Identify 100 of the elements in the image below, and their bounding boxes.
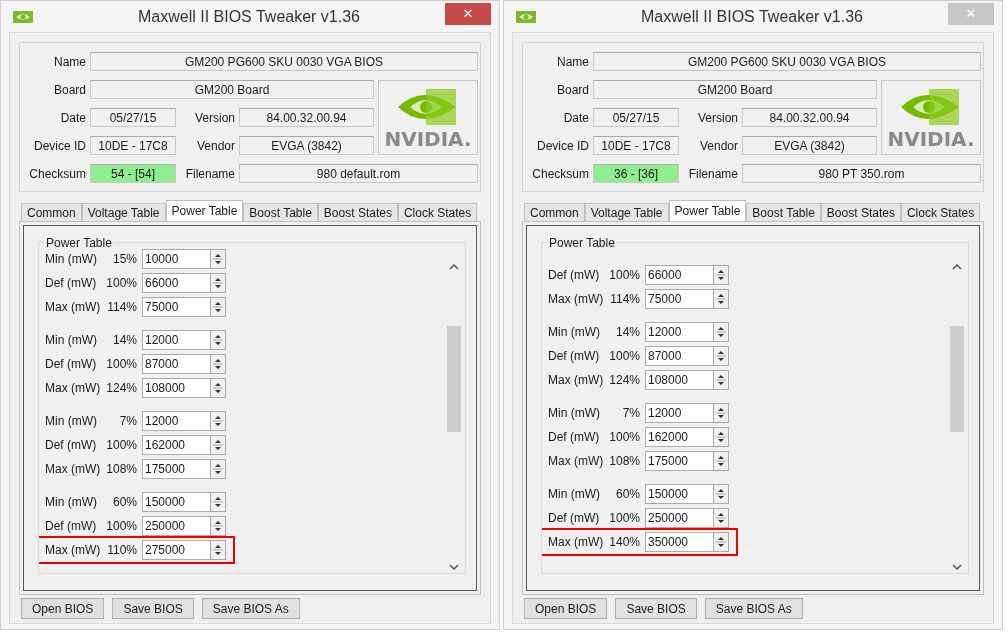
spin-button[interactable] bbox=[210, 516, 226, 536]
percent-value: 114% bbox=[106, 300, 137, 314]
percent-value: 7% bbox=[621, 406, 640, 420]
info-field[interactable]: 980 default.rom bbox=[239, 164, 478, 183]
field-label: Date bbox=[562, 110, 589, 125]
field-label: Device ID bbox=[33, 138, 86, 153]
info-field[interactable]: 10DE - 17C8 bbox=[90, 136, 176, 155]
info-field[interactable]: 05/27/15 bbox=[593, 108, 679, 127]
info-field[interactable]: GM200 PG600 SKU 0030 VGA BIOS bbox=[90, 52, 478, 71]
info-field[interactable]: 05/27/15 bbox=[90, 108, 176, 127]
number-input[interactable]: 87000 bbox=[142, 354, 210, 374]
tab[interactable]: Common bbox=[21, 203, 82, 221]
tab[interactable]: Power Table bbox=[668, 200, 747, 221]
field-label: Vendor bbox=[698, 138, 738, 153]
number-input[interactable]: 350000 bbox=[645, 532, 713, 552]
spin-button[interactable] bbox=[713, 289, 729, 309]
info-field[interactable]: GM200 Board bbox=[90, 80, 374, 99]
number-input[interactable]: 250000 bbox=[142, 516, 210, 536]
spin-button[interactable] bbox=[210, 354, 226, 374]
spin-button[interactable] bbox=[210, 492, 226, 512]
number-input[interactable]: 12000 bbox=[645, 403, 713, 423]
tab[interactable]: Power Table bbox=[165, 200, 244, 221]
info-field[interactable]: 84.00.32.00.94 bbox=[239, 108, 374, 127]
tab[interactable]: Boost Table bbox=[243, 203, 318, 221]
action-button[interactable]: Save BIOS As bbox=[201, 598, 300, 619]
spin-button[interactable] bbox=[713, 322, 729, 342]
number-input[interactable]: 162000 bbox=[645, 427, 713, 447]
spin-button[interactable] bbox=[713, 508, 729, 528]
spin-button[interactable] bbox=[210, 330, 226, 350]
spin-button[interactable] bbox=[210, 540, 226, 560]
spin-button[interactable] bbox=[713, 370, 729, 390]
tab[interactable]: Boost States bbox=[317, 203, 398, 221]
number-input[interactable]: 175000 bbox=[645, 451, 713, 471]
tab[interactable]: Common bbox=[524, 203, 585, 221]
percent-value: 140% bbox=[608, 535, 640, 549]
number-input[interactable]: 66000 bbox=[142, 273, 210, 293]
spin-button[interactable] bbox=[210, 459, 226, 479]
spin-button[interactable] bbox=[210, 411, 226, 431]
number-input[interactable]: 12000 bbox=[142, 411, 210, 431]
chevron-down-icon[interactable] bbox=[449, 564, 459, 570]
spin-button[interactable] bbox=[713, 484, 729, 504]
percent-value: 15% bbox=[111, 252, 137, 266]
number-input[interactable]: 108000 bbox=[645, 370, 713, 390]
field-label: Checksum bbox=[531, 166, 589, 181]
spin-button[interactable] bbox=[210, 249, 226, 269]
tab[interactable]: Clock States bbox=[397, 203, 478, 221]
checksum-field[interactable]: 54 - [54] bbox=[90, 164, 176, 183]
info-field[interactable]: EVGA (3842) bbox=[742, 136, 877, 155]
spin-button[interactable] bbox=[210, 297, 226, 317]
action-button[interactable]: Open BIOS bbox=[21, 598, 105, 619]
spin-button[interactable] bbox=[210, 378, 226, 398]
number-input[interactable]: 175000 bbox=[142, 459, 210, 479]
spin-button[interactable] bbox=[713, 532, 729, 552]
number-input[interactable]: 87000 bbox=[645, 346, 713, 366]
field-label: Date bbox=[59, 110, 86, 125]
chevron-up-icon[interactable] bbox=[952, 264, 962, 270]
info-field[interactable]: GM200 Board bbox=[593, 80, 877, 99]
spin-button[interactable] bbox=[713, 346, 729, 366]
number-input[interactable]: 10000 bbox=[142, 249, 210, 269]
percent-value: 110% bbox=[106, 543, 137, 557]
info-field[interactable]: 10DE - 17C8 bbox=[593, 136, 679, 155]
up-down-arrows-icon bbox=[213, 380, 223, 396]
eye-logo-icon bbox=[901, 86, 961, 127]
close-button[interactable]: ✕ bbox=[445, 2, 491, 25]
info-field[interactable]: GM200 PG600 SKU 0030 VGA BIOS bbox=[593, 52, 981, 71]
number-input[interactable]: 150000 bbox=[142, 492, 210, 512]
number-input[interactable]: 162000 bbox=[142, 435, 210, 455]
action-button[interactable]: Save BIOS As bbox=[704, 598, 803, 619]
spin-button[interactable] bbox=[713, 403, 729, 423]
action-button[interactable]: Save BIOS bbox=[112, 598, 194, 619]
spin-button[interactable] bbox=[210, 273, 226, 293]
tab[interactable]: Voltage Table bbox=[584, 203, 669, 221]
spin-button[interactable] bbox=[713, 451, 729, 471]
info-field[interactable]: 84.00.32.00.94 bbox=[742, 108, 877, 127]
tab[interactable]: Voltage Table bbox=[81, 203, 166, 221]
action-button[interactable]: Save BIOS bbox=[615, 598, 697, 619]
number-input[interactable]: 75000 bbox=[142, 297, 210, 317]
spin-button[interactable] bbox=[210, 435, 226, 455]
up-down-arrows-icon bbox=[716, 267, 726, 283]
info-field[interactable]: EVGA (3842) bbox=[239, 136, 374, 155]
percent-value: 114% bbox=[609, 292, 640, 306]
tab[interactable]: Boost States bbox=[820, 203, 901, 221]
action-button[interactable]: Open BIOS bbox=[524, 598, 608, 619]
number-input[interactable]: 275000 bbox=[142, 540, 210, 560]
chevron-up-icon[interactable] bbox=[449, 264, 459, 270]
checksum-field[interactable]: 36 - [36] bbox=[593, 164, 679, 183]
number-input[interactable]: 12000 bbox=[142, 330, 210, 350]
chevron-down-icon[interactable] bbox=[952, 564, 962, 570]
info-field[interactable]: 980 PT 350.rom bbox=[742, 164, 981, 183]
number-input[interactable]: 108000 bbox=[142, 378, 210, 398]
number-input[interactable]: 75000 bbox=[645, 289, 713, 309]
number-input[interactable]: 66000 bbox=[645, 265, 713, 285]
number-input[interactable]: 12000 bbox=[645, 322, 713, 342]
tab[interactable]: Clock States bbox=[900, 203, 981, 221]
spin-button[interactable] bbox=[713, 427, 729, 447]
number-input[interactable]: 150000 bbox=[645, 484, 713, 504]
percent-value: 124% bbox=[608, 373, 640, 387]
number-input[interactable]: 250000 bbox=[645, 508, 713, 528]
tab[interactable]: Boost Table bbox=[746, 203, 821, 221]
spin-button[interactable] bbox=[713, 265, 729, 285]
